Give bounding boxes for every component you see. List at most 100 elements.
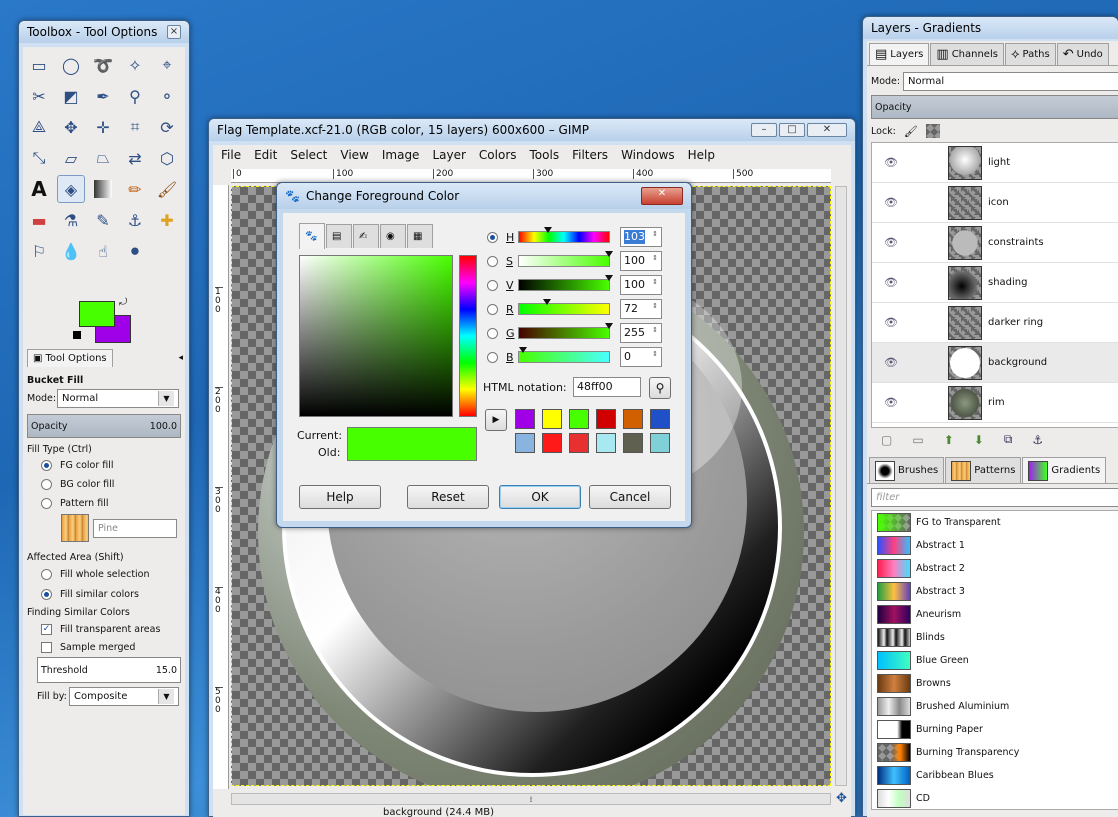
tab-patterns[interactable]: Patterns bbox=[945, 457, 1022, 483]
tab-brushes[interactable]: Brushes bbox=[869, 457, 945, 483]
gradient-item[interactable]: Browns bbox=[872, 672, 1118, 695]
history-swatch[interactable] bbox=[650, 409, 670, 429]
tab-wheel-selector[interactable]: ◉ bbox=[380, 224, 406, 248]
eye-icon[interactable]: 👁 bbox=[876, 236, 906, 249]
history-swatch[interactable] bbox=[515, 433, 535, 453]
fg-color-swatch[interactable] bbox=[79, 301, 115, 327]
foreground-select-icon[interactable]: ◩ bbox=[57, 82, 85, 110]
ellipse-select-icon[interactable]: ◯ bbox=[57, 51, 85, 79]
fill-whole-selection-radio[interactable]: Fill whole selection bbox=[41, 569, 181, 580]
opacity-slider[interactable]: Opacity 100.0 bbox=[27, 414, 181, 438]
fill-pattern-radio[interactable]: Pattern fill bbox=[41, 498, 181, 509]
minimize-icon[interactable]: – bbox=[751, 123, 777, 137]
new-group-icon[interactable]: ▭ bbox=[912, 433, 923, 447]
perspective-clone-icon[interactable]: ⚐ bbox=[25, 237, 53, 265]
gradient-item[interactable]: Blinds bbox=[872, 626, 1118, 649]
new-layer-icon[interactable]: ▢ bbox=[881, 433, 892, 447]
threshold-slider[interactable]: Threshold 15.0 bbox=[37, 657, 181, 683]
duplicate-layer-icon[interactable]: ⧉ bbox=[1004, 432, 1013, 447]
flip-icon[interactable]: ⇄ bbox=[121, 144, 149, 172]
channel-slider-b[interactable] bbox=[518, 347, 610, 363]
menu-help[interactable]: Help bbox=[688, 148, 715, 162]
history-swatch[interactable] bbox=[650, 433, 670, 453]
history-swatch[interactable] bbox=[623, 409, 643, 429]
menu-image[interactable]: Image bbox=[382, 148, 420, 162]
help-button[interactable]: Help bbox=[299, 485, 381, 509]
align-icon[interactable]: ✛ bbox=[89, 113, 117, 141]
history-swatch[interactable] bbox=[569, 433, 589, 453]
move-icon[interactable]: ✥ bbox=[57, 113, 85, 141]
old-color-swatch[interactable] bbox=[347, 444, 477, 461]
layer-mode-select[interactable]: Normal bbox=[903, 72, 1118, 91]
layer-row[interactable]: 👁 icon bbox=[872, 183, 1118, 223]
gradient-item[interactable]: Caribbean Blues bbox=[872, 764, 1118, 787]
measure-icon[interactable]: ⟁ bbox=[25, 113, 53, 141]
channel-radio-s[interactable] bbox=[487, 255, 498, 267]
gradient-item[interactable]: Abstract 1 bbox=[872, 534, 1118, 557]
pencil-icon[interactable]: ✏ bbox=[121, 175, 149, 203]
rect-select-icon[interactable]: ▭ bbox=[25, 51, 53, 79]
default-colors-icon[interactable] bbox=[73, 331, 81, 339]
pattern-preview[interactable] bbox=[61, 514, 89, 542]
image-titlebar[interactable]: Flag Template.xcf-21.0 (RGB color, 15 la… bbox=[209, 119, 855, 141]
text-icon[interactable]: A bbox=[25, 175, 53, 203]
fuzzy-select-icon[interactable]: ✧ bbox=[121, 51, 149, 79]
layer-row[interactable]: 👁 shading bbox=[872, 263, 1118, 303]
heal-icon[interactable]: ✚ bbox=[153, 206, 181, 234]
layer-row[interactable]: 👁 background bbox=[872, 343, 1118, 383]
tab-gimp-selector[interactable]: 🐾 bbox=[299, 223, 325, 249]
channel-radio-g[interactable] bbox=[487, 327, 498, 339]
bucket-fill-icon[interactable]: ◈ bbox=[57, 175, 85, 203]
shear-icon[interactable]: ▱ bbox=[57, 144, 85, 172]
channel-value-g[interactable]: 255 ⇕ bbox=[620, 323, 662, 343]
layer-row[interactable]: 👁 light bbox=[872, 143, 1118, 183]
fill-similar-colors-radio[interactable]: Fill similar colors bbox=[41, 589, 181, 600]
raise-layer-icon[interactable]: ⬆ bbox=[944, 433, 954, 447]
menu-select[interactable]: Select bbox=[290, 148, 327, 162]
color-dialog-titlebar[interactable]: 🐾 Change Foreground Color ✕ bbox=[277, 183, 691, 209]
gradient-item[interactable]: CD bbox=[872, 787, 1118, 809]
eye-icon[interactable]: 👁 bbox=[876, 156, 906, 169]
hue-strip[interactable] bbox=[459, 255, 477, 417]
channel-slider-v[interactable] bbox=[518, 275, 613, 291]
color-select-icon[interactable]: ⌖ bbox=[153, 51, 181, 79]
fill-fg-radio[interactable]: FG color fill bbox=[41, 460, 181, 471]
layers-titlebar[interactable]: Layers - Gradients bbox=[863, 17, 1118, 39]
swap-colors-icon[interactable]: ⤾ bbox=[119, 297, 127, 308]
gradient-item[interactable]: Abstract 2 bbox=[872, 557, 1118, 580]
crop-icon[interactable]: ⌗ bbox=[121, 113, 149, 141]
tab-watercolor-selector[interactable]: ✍ bbox=[353, 224, 379, 248]
pattern-name-field[interactable]: Pine bbox=[93, 518, 177, 538]
channel-value-h[interactable]: 103 ⇕ bbox=[620, 227, 662, 247]
history-swatch[interactable] bbox=[569, 409, 589, 429]
free-select-icon[interactable]: ➰ bbox=[89, 51, 117, 79]
cancel-button[interactable]: Cancel bbox=[589, 485, 671, 509]
eye-icon[interactable]: 👁 bbox=[876, 396, 906, 409]
history-swatch[interactable] bbox=[623, 433, 643, 453]
menu-file[interactable]: File bbox=[221, 148, 241, 162]
paths-icon[interactable]: ✒ bbox=[89, 82, 117, 110]
layer-row[interactable]: 👁 darker ring bbox=[872, 303, 1118, 343]
add-to-history-button[interactable]: ▶ bbox=[485, 409, 507, 431]
menu-filters[interactable]: Filters bbox=[572, 148, 608, 162]
fill-by-select[interactable]: Composite ▼ bbox=[69, 687, 179, 706]
ok-button[interactable]: OK bbox=[499, 485, 581, 509]
menu-layer[interactable]: Layer bbox=[432, 148, 465, 162]
blend-icon[interactable] bbox=[94, 180, 112, 198]
layer-row[interactable]: 👁 rim bbox=[872, 383, 1118, 423]
channel-value-r[interactable]: 72 ⇕ bbox=[620, 299, 662, 319]
blur-icon[interactable]: 💧 bbox=[57, 237, 85, 265]
fill-transparent-checkbox[interactable]: ✓ Fill transparent areas bbox=[41, 624, 181, 635]
eye-icon[interactable]: 👁 bbox=[876, 356, 906, 369]
channel-slider-r[interactable] bbox=[518, 299, 610, 315]
eraser-icon[interactable]: ▬ bbox=[25, 206, 53, 234]
gradient-item[interactable]: Aneurism bbox=[872, 603, 1118, 626]
tab-menu-icon[interactable]: ◂ bbox=[178, 353, 183, 363]
channel-slider-h[interactable] bbox=[518, 227, 610, 243]
layer-row[interactable]: 👁 constraints bbox=[872, 223, 1118, 263]
tab-paths[interactable]: ⟡ Paths bbox=[1004, 43, 1056, 65]
tab-layers[interactable]: ▤ Layers bbox=[869, 43, 930, 65]
lock-alpha-icon[interactable] bbox=[925, 124, 940, 138]
close-icon[interactable]: ✕ bbox=[807, 123, 847, 137]
scissors-icon[interactable]: ✂ bbox=[25, 82, 53, 110]
